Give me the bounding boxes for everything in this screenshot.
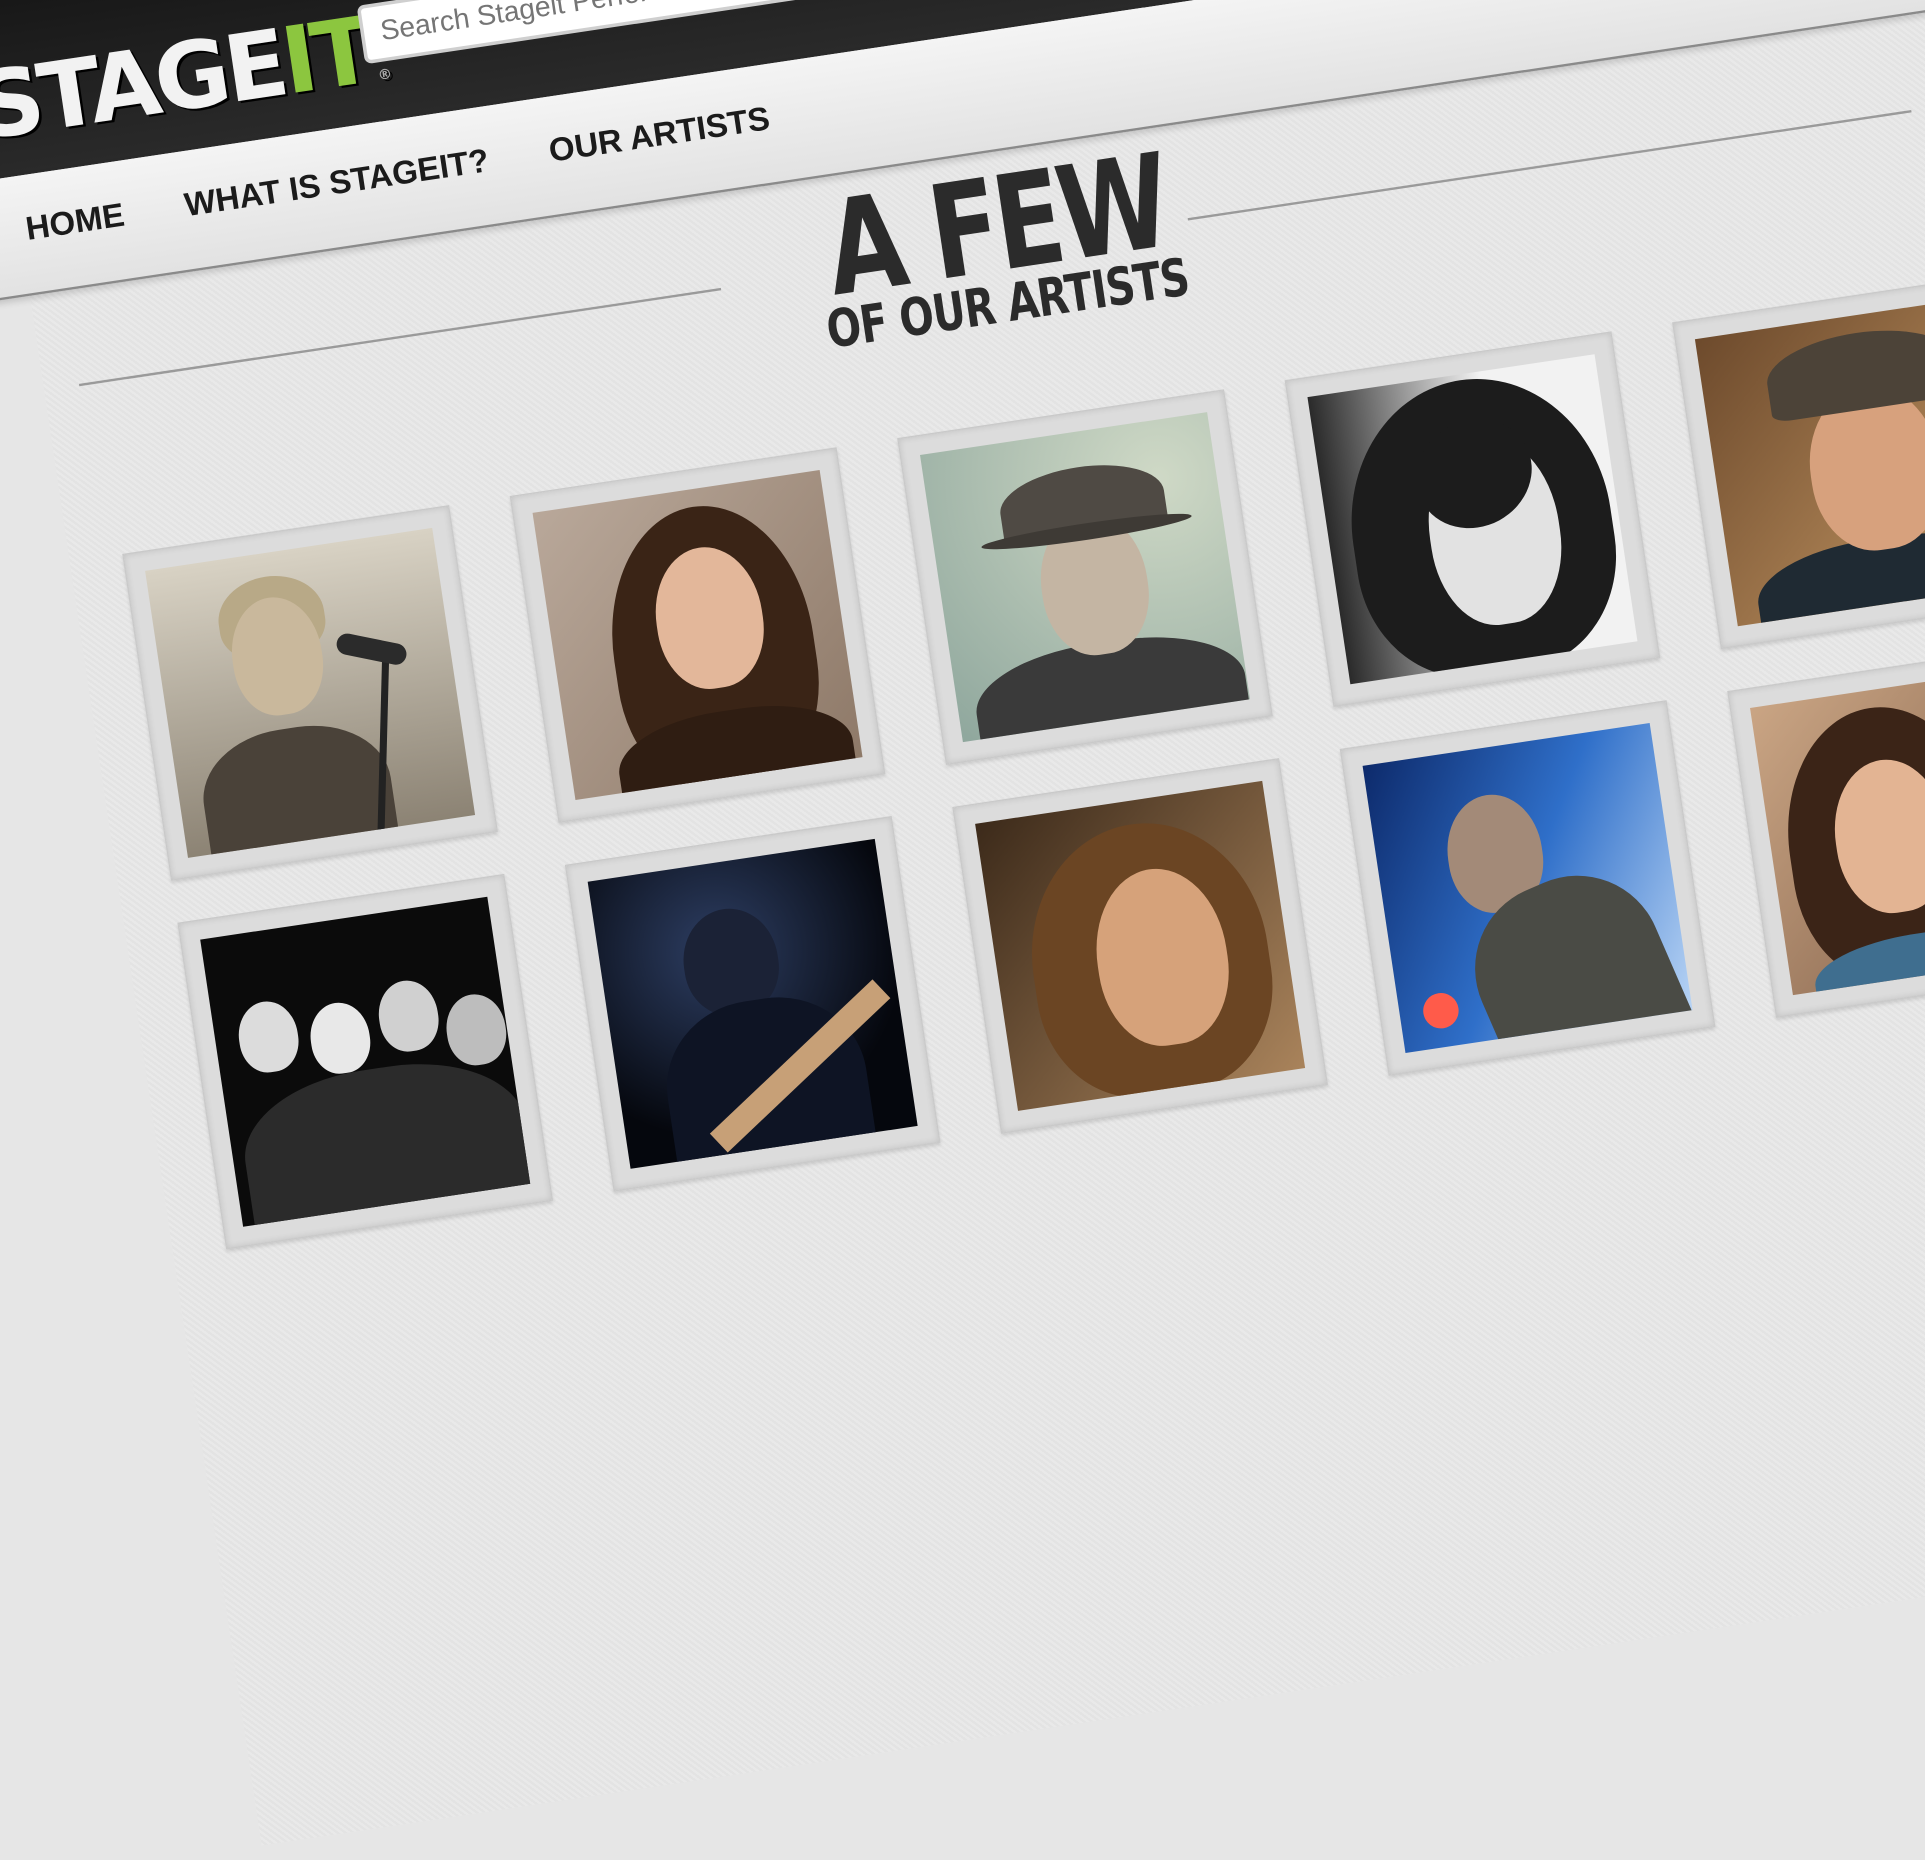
artist-card[interactable]: [1339, 700, 1716, 1076]
artist-photo: [975, 780, 1306, 1111]
artist-photo: [145, 527, 476, 858]
artist-photo: [532, 470, 863, 801]
artist-card[interactable]: [897, 389, 1273, 765]
artist-photo: [920, 412, 1250, 743]
artist-card[interactable]: [1284, 331, 1661, 708]
artist-photo: [1362, 723, 1693, 1053]
artist-card[interactable]: [1672, 273, 1925, 650]
artist-photo: [200, 896, 531, 1227]
artist-card[interactable]: [509, 447, 886, 823]
page-canvas: STAGEIT® HOME WHAT IS STAGEIT? OUR ARTIS…: [0, 0, 1925, 1846]
artist-photo: [587, 838, 918, 1169]
artist-card[interactable]: [1727, 642, 1925, 1018]
artist-card[interactable]: [122, 505, 498, 881]
artist-card[interactable]: [564, 816, 941, 1192]
artist-photo: [1750, 665, 1925, 996]
divider-right: [1187, 110, 1912, 221]
artist-grid: [122, 273, 1925, 1250]
divider-left: [78, 287, 722, 387]
artist-photo: [1307, 354, 1638, 685]
logo-registered-mark: ®: [376, 65, 394, 84]
artist-card[interactable]: [952, 758, 1328, 1134]
artist-card[interactable]: [177, 873, 554, 1250]
artist-photo: [1694, 296, 1925, 627]
